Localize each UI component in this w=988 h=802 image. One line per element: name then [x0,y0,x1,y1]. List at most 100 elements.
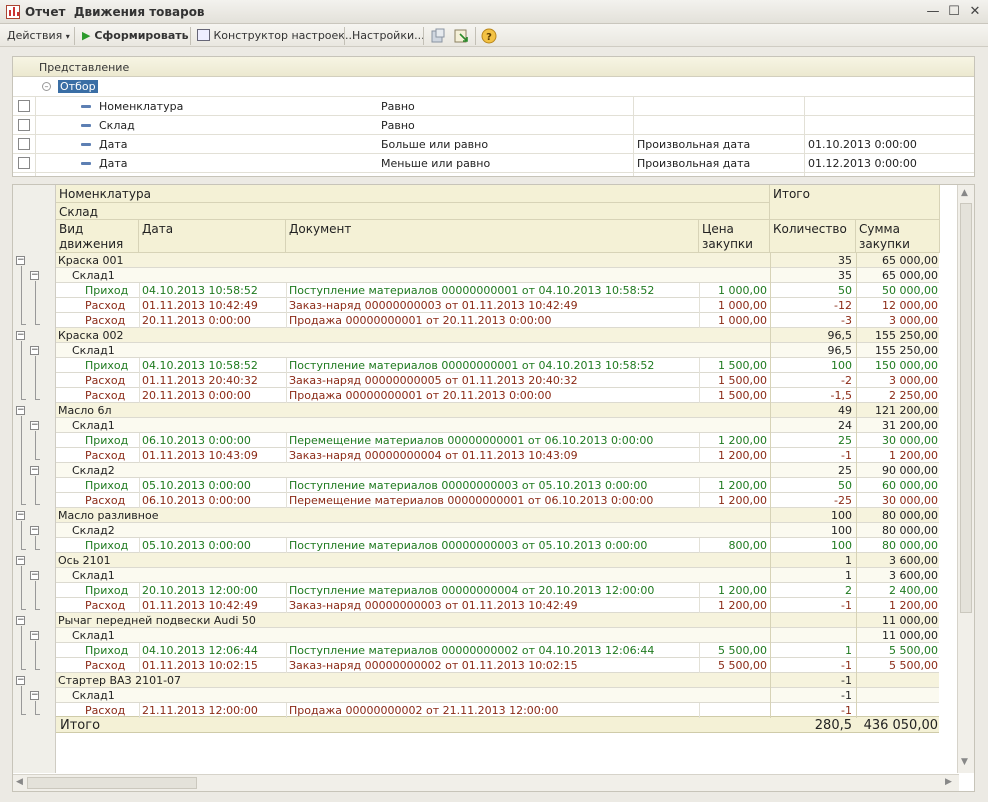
warehouse-group-row[interactable]: Склад1 11 000,00 [56,628,939,643]
movement-document[interactable]: Продажа 00000000001 от 20.11.2013 0:00:0… [289,313,699,328]
movement-document[interactable]: Заказ-наряд 00000000003 от 01.11.2013 10… [289,598,699,613]
filter-group-label[interactable]: Отбор [58,80,98,93]
filter-value[interactable]: 01.10.2013 0:00:00 [808,138,917,151]
collapse-icon[interactable]: − [30,466,39,475]
movement-row[interactable]: Приход 20.10.2013 12:00:00 Поступление мат… [56,583,939,598]
movement-row[interactable]: Приход 05.10.2013 0:00:00 Поступление мате… [56,538,939,553]
collapse-icon[interactable]: − [30,571,39,580]
filter-condition[interactable]: Больше или равно [381,138,488,151]
collapse-icon[interactable]: − [16,256,25,265]
movement-row[interactable]: Приход 04.10.2013 12:06:44 Поступление мат… [56,643,939,658]
collapse-icon[interactable]: − [16,676,25,685]
movement-document[interactable]: Перемещение материалов 00000000001 от 06… [289,493,699,508]
filter-row[interactable]: Дата Больше или равно Произвольная дата … [13,135,974,154]
filter-condition[interactable]: Равно [381,119,415,132]
nomenclature-group-row[interactable]: Масло разливное 100 80 000,00 [56,508,939,523]
movement-row[interactable]: Приход 06.10.2013 0:00:00 Перемещение мате… [56,433,939,448]
collapse-icon[interactable]: − [30,421,39,430]
filter-value-type[interactable]: Произвольная дата [637,138,750,151]
scroll-down-icon[interactable]: ▼ [961,757,968,767]
warehouse-group-row[interactable]: Склад1 -1 [56,688,939,703]
movement-row[interactable]: Расход 01.11.2013 20:40:32 Заказ-наряд 000… [56,373,939,388]
collapse-icon[interactable]: − [30,691,39,700]
movement-row[interactable]: Расход 20.11.2013 0:00:00 Продажа 00000000… [56,388,939,403]
actions-menu[interactable]: Действия ▾ [7,28,70,44]
row-quantity: -25 [834,494,852,507]
warehouse-group-row[interactable]: Склад2 25 90 000,00 [56,463,939,478]
collapse-icon[interactable]: − [16,556,25,565]
filter-condition[interactable]: Меньше или равно [381,157,490,170]
settings-constructor-button[interactable]: Конструктор настроек... [197,28,355,44]
movement-document[interactable]: Поступление материалов 00000000004 от 20… [289,583,699,598]
collapse-icon[interactable]: − [16,616,25,625]
collapse-icon[interactable]: − [30,526,39,535]
scroll-up-icon[interactable]: ▲ [961,188,968,198]
save-settings-icon[interactable] [430,28,446,44]
help-icon[interactable]: ? [481,28,497,44]
filter-value-type[interactable]: Произвольная дата [637,157,750,170]
warehouse-group-row[interactable]: Склад1 24 31 200,00 [56,418,939,433]
nomenclature-group-row[interactable]: Ось 2101 1 3 600,00 [56,553,939,568]
collapse-icon[interactable]: − [16,511,25,520]
collapse-icon[interactable]: − [16,331,25,340]
row-sum: 3 600,00 [889,554,938,567]
collapse-icon[interactable]: − [16,406,25,415]
close-button[interactable]: ✕ [967,4,983,20]
movement-row[interactable]: Расход 01.11.2013 10:02:15 Заказ-наряд 000… [56,658,939,673]
scroll-left-icon[interactable]: ◀ [16,777,23,787]
filter-checkbox[interactable] [18,138,30,150]
collapse-icon[interactable]: − [30,631,39,640]
movement-document[interactable]: Заказ-наряд 00000000005 от 01.11.2013 20… [289,373,699,388]
movement-row[interactable]: Приход 04.10.2013 10:58:52 Поступление мат… [56,358,939,373]
maximize-button[interactable]: ☐ [946,4,962,20]
movement-row[interactable]: Расход 01.11.2013 10:43:09 Заказ-наряд 000… [56,448,939,463]
warehouse-group-row[interactable]: Склад1 96,5 155 250,00 [56,343,939,358]
filter-row[interactable]: Дата Меньше или равно Произвольная дата … [13,154,974,173]
movement-document[interactable]: Поступление материалов 00000000002 от 04… [289,643,699,658]
nomenclature-group-row[interactable]: Рычаг передней подвески Audi 50 11 000,00 [56,613,939,628]
collapse-icon[interactable]: − [30,271,39,280]
settings-button[interactable]: Настройки... [352,28,425,44]
filter-checkbox[interactable] [18,119,30,131]
generate-button[interactable]: ▶ Сформировать [82,28,189,44]
horizontal-scroll-thumb[interactable] [27,777,197,789]
collapse-icon[interactable]: – [42,82,51,91]
movement-document[interactable]: Поступление материалов 00000000001 от 04… [289,283,699,298]
warehouse-group-row[interactable]: Склад1 35 65 000,00 [56,268,939,283]
filter-value[interactable]: 01.12.2013 0:00:00 [808,157,917,170]
minimize-button[interactable]: — [925,4,941,20]
movement-row[interactable]: Расход 20.11.2013 0:00:00 Продажа 00000000… [56,313,939,328]
warehouse-group-row[interactable]: Склад2 100 80 000,00 [56,523,939,538]
collapse-icon[interactable]: − [30,346,39,355]
movement-row[interactable]: Расход 01.11.2013 10:42:49 Заказ-наряд 000… [56,598,939,613]
movement-document[interactable]: Заказ-наряд 00000000002 от 01.11.2013 10… [289,658,699,673]
filter-checkbox[interactable] [18,100,30,112]
movement-row[interactable]: Расход 06.10.2013 0:00:00 Перемещение мате… [56,493,939,508]
movement-document[interactable]: Заказ-наряд 00000000004 от 01.11.2013 10… [289,448,699,463]
filter-condition[interactable]: Равно [381,100,415,113]
nomenclature-group-row[interactable]: Масло 6л 49 121 200,00 [56,403,939,418]
movement-document[interactable]: Заказ-наряд 00000000003 от 01.11.2013 10… [289,298,699,313]
movement-document[interactable]: Перемещение материалов 00000000001 от 06… [289,433,699,448]
movement-row[interactable]: Расход 01.11.2013 10:42:49 Заказ-наряд 000… [56,298,939,313]
nomenclature-group-row[interactable]: Краска 002 96,5 155 250,00 [56,328,939,343]
movement-row[interactable]: Приход 04.10.2013 10:58:52 Поступление мат… [56,283,939,298]
filter-group-row[interactable]: – Отбор [13,77,974,97]
filter-checkbox[interactable] [18,157,30,169]
warehouse-group-row[interactable]: Склад1 1 3 600,00 [56,568,939,583]
column-divider [139,448,140,463]
movement-document[interactable]: Продажа 00000000001 от 20.11.2013 0:00:0… [289,388,699,403]
vertical-scrollbar[interactable]: ▲ ▼ [957,185,974,773]
filter-row[interactable]: Номенклатура Равно [13,97,974,116]
nomenclature-group-row[interactable]: Стартер ВАЗ 2101-07 -1 [56,673,939,688]
movement-row[interactable]: Приход 05.10.2013 0:00:00 Поступление мате… [56,478,939,493]
movement-document[interactable]: Поступление материалов 00000000001 от 04… [289,358,699,373]
movement-document[interactable]: Поступление материалов 00000000003 от 05… [289,538,699,553]
horizontal-scrollbar[interactable]: ◀ ▶ [13,774,959,791]
load-settings-icon[interactable] [453,28,469,44]
nomenclature-group-row[interactable]: Краска 001 35 65 000,00 [56,253,939,268]
vertical-scroll-thumb[interactable] [960,203,972,613]
scroll-right-icon[interactable]: ▶ [945,777,952,787]
movement-document[interactable]: Поступление материалов 00000000003 от 05… [289,478,699,493]
filter-row[interactable]: Склад Равно [13,116,974,135]
